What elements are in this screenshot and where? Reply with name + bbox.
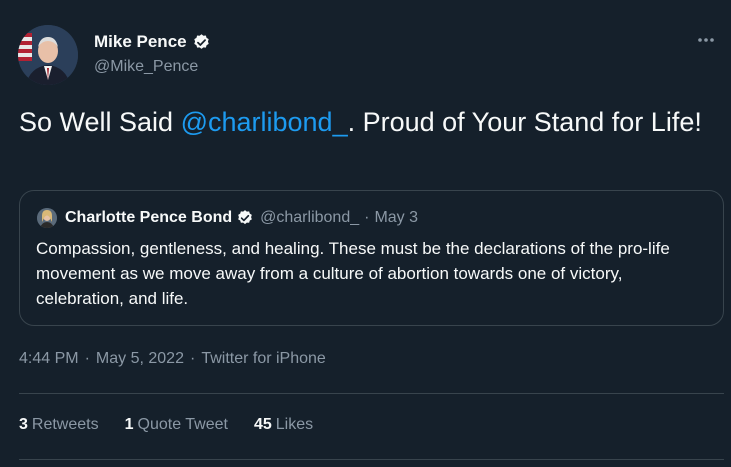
quotes-count: 1	[124, 416, 134, 433]
separator-dot: ·	[364, 209, 370, 226]
quoted-tweet-card[interactable]: Charlotte Pence Bond @charlibond_ · May …	[19, 190, 724, 326]
quoted-author-handle: @charlibond_	[260, 209, 360, 226]
tweet-meta: 4:44 PM · May 5, 2022 · Twitter for iPho…	[19, 350, 326, 368]
tweet-source[interactable]: Twitter for iPhone	[201, 350, 326, 368]
engagement-stats: 3 Retweets 1 Quote Tweet 45 Likes	[19, 416, 339, 434]
author-handle[interactable]: @Mike_Pence	[94, 58, 198, 76]
quoted-author-name: Charlotte Pence Bond	[65, 209, 233, 226]
tweet-mention-link[interactable]: @charlibond_	[181, 107, 348, 137]
more-icon[interactable]	[691, 30, 721, 50]
separator-dot: ·	[189, 350, 196, 367]
tweet-text: So Well Said @charlibond_. Proud of Your…	[19, 104, 709, 141]
quoted-tweet-text: Compassion, gentleness, and healing. The…	[36, 239, 670, 308]
retweets-label: Retweets	[31, 416, 99, 433]
quotes-label: Quote Tweet	[137, 416, 228, 433]
divider	[19, 393, 724, 394]
author-name-row: Mike Pence	[94, 32, 211, 52]
verified-badge-icon	[236, 209, 254, 227]
quoted-author-avatar	[37, 208, 57, 228]
author-avatar[interactable]	[18, 25, 78, 85]
tweet-text-after: . Proud of Your Stand for Life!	[347, 107, 702, 137]
divider	[19, 459, 724, 460]
likes-stat[interactable]: 45 Likes	[254, 416, 313, 434]
tweet-text-before: So Well Said	[19, 107, 181, 137]
quote-tweets-stat[interactable]: 1 Quote Tweet	[125, 416, 228, 434]
quoted-tweet-header: Charlotte Pence Bond @charlibond_ · May …	[65, 209, 418, 227]
quoted-tweet-date: May 3	[374, 209, 419, 226]
author-name[interactable]: Mike Pence	[94, 32, 187, 52]
verified-badge-icon	[192, 33, 211, 52]
retweets-count: 3	[19, 416, 28, 433]
separator-dot: ·	[84, 350, 90, 367]
likes-label: Likes	[275, 416, 314, 433]
retweets-stat[interactable]: 3 Retweets	[19, 416, 99, 434]
tweet-date[interactable]: May 5, 2022	[96, 350, 184, 368]
tweet-time[interactable]: 4:44 PM	[19, 350, 79, 368]
likes-count: 45	[253, 416, 272, 433]
